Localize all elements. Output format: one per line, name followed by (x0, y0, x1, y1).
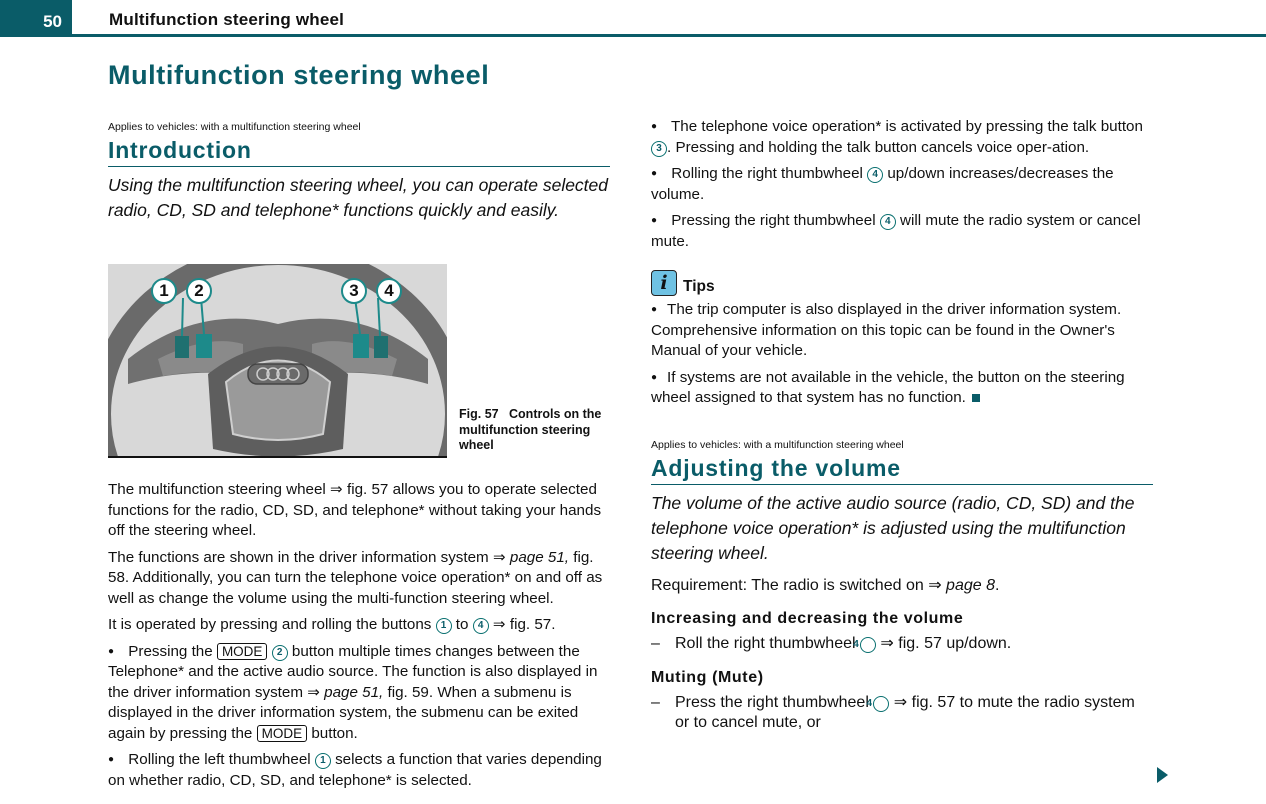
figure-number: Fig. 57 (459, 407, 499, 421)
callout-ref: 1 (435, 618, 452, 634)
mode-key: MODE (256, 724, 308, 742)
page-title: Multifunction steering wheel (108, 60, 490, 90)
intro-body: The multifunction steering wheel ⇒ fig. … (108, 480, 610, 797)
page-link[interactable]: page 51, (510, 549, 569, 566)
callout-ref: 2 (271, 644, 288, 661)
callout-ref: 4 (867, 167, 884, 183)
step-item: – Press the right thumbwheel 4 ⇒ fig. 57 … (651, 693, 1135, 732)
callout-ref: 1 (314, 753, 331, 769)
callout-ref: 4 (867, 695, 890, 712)
arrow-icon: ⇒ (492, 548, 510, 566)
figure-link[interactable]: ⇒ fig. 57. (489, 616, 556, 633)
volume-lead: The volume of the active audio source (r… (651, 492, 1135, 563)
arrow-icon: ⇒ (928, 576, 947, 594)
figure-caption: Fig. 57 Controls on the multifunction st… (459, 407, 619, 454)
intro-section: Applies to vehicles: with a multifunctio… (108, 121, 610, 223)
page-link[interactable]: page 51, (324, 684, 383, 701)
requirement: Requirement: The radio is switched on ⇒ … (651, 576, 1000, 594)
bullet-item: Rolling the left thumbwheel 1 selects a … (108, 750, 610, 791)
bullet-item: Pressing the right thumbwheel 4 will mut… (651, 211, 1153, 252)
applies-note: Applies to vehicles: with a multifunctio… (651, 438, 904, 451)
callout-3: 3 (341, 278, 367, 304)
mode-key: MODE (216, 642, 268, 660)
paragraph: The functions are shown in the driver in… (108, 548, 603, 607)
bullet-item: The telephone voice operation* is activa… (651, 117, 1153, 158)
page-link[interactable]: page 8 (946, 577, 995, 594)
right-column: The telephone voice operation* is activa… (651, 117, 1153, 734)
callout-ref: 4 (853, 637, 876, 653)
step-item: – Roll the right thumbwheel 4 ⇒ fig. 57 u… (651, 635, 1012, 653)
running-title: Multifunction steering wheel (109, 10, 345, 29)
header-rule (0, 34, 1266, 37)
bullet-item: Rolling the right thumbwheel 4 up/down i… (651, 164, 1153, 205)
callout-ref: 3 (651, 140, 667, 157)
figure-link[interactable]: ⇒ fig. 57 up/down. (876, 635, 1011, 652)
tip-item: The trip computer is also displayed in t… (651, 300, 1153, 362)
info-icon: i (651, 270, 677, 296)
paragraph: It is operated by pressing and rolling t… (108, 616, 556, 634)
volume-section: Applies to vehicles: with a multifunctio… (651, 439, 1153, 734)
page-number: 50 (0, 0, 72, 34)
section-heading-volume: Adjusting the volume (651, 455, 1153, 485)
tips-header: i Tips (651, 270, 1153, 296)
applies-note: Applies to vehicles: with a multifunctio… (108, 121, 361, 133)
tips-label: Tips (683, 278, 715, 295)
bullet-item: Pressing the MODE 2 button multiple time… (108, 642, 610, 745)
subheading-muting: Muting (Mute) (651, 668, 764, 686)
figure-link[interactable]: ⇒ fig. 57 (330, 481, 388, 498)
section-heading-introduction: Introduction (108, 137, 610, 167)
tip-item: If systems are not available in the vehi… (651, 368, 1153, 409)
callout-1: 1 (151, 278, 177, 304)
paragraph: The multifunction steering wheel ⇒ fig. … (108, 481, 602, 539)
callout-ref: 4 (879, 214, 896, 230)
callout-ref: 4 (472, 618, 489, 634)
callout-4: 4 (376, 278, 402, 304)
intro-lead: Using the multifunction steering wheel, … (108, 175, 609, 220)
arrow-icon: ⇒ (307, 683, 325, 701)
section-end-mark (971, 394, 980, 402)
callout-2: 2 (186, 278, 212, 304)
steering-wheel-figure: 1 2 3 4 (108, 264, 447, 458)
subheading-increase-decrease: Increasing and decreasing the volume (651, 610, 964, 627)
continue-arrow-icon (1157, 767, 1168, 783)
